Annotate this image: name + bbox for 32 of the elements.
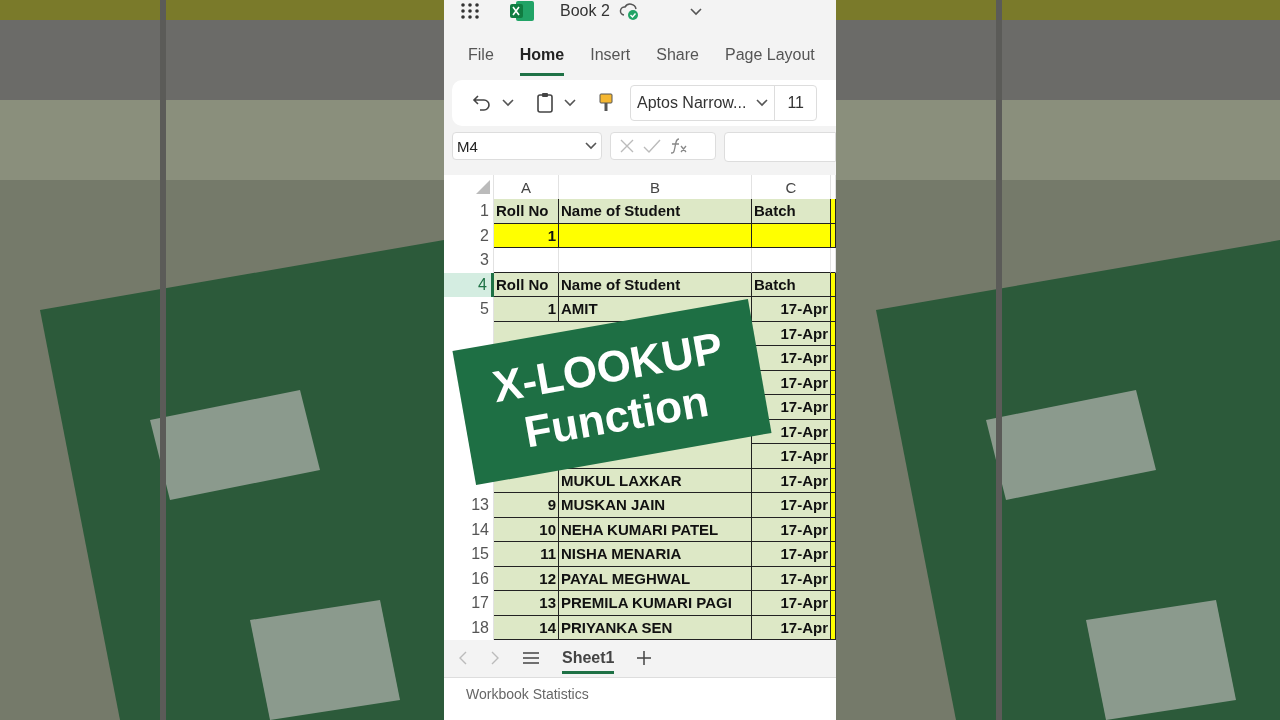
table-cell: 17-Apr [752,542,831,567]
table-cell: 17-Apr [752,615,831,640]
table-cell: 17-Apr [752,517,831,542]
table-cell: PREMILA KUMARI PAGI [559,591,752,616]
table-cell: 17-Apr [752,591,831,616]
table-cell: 9 [494,493,559,518]
table-cell: 17-Apr [752,468,831,493]
table-cell: 17-Apr [752,297,831,322]
table-cell: Batch [752,272,831,297]
table-cell: 17-Apr [752,566,831,591]
table-cell: 11 [494,542,559,567]
table-cell: 13 [494,591,559,616]
table-cell: 10 [494,517,559,542]
table-cell: MUKUL LAXKAR [559,468,752,493]
workbook-title: Book 2 [560,2,610,20]
table-cell: 1 [494,297,559,322]
table-cell: MUSKAN JAIN [559,493,752,518]
table-cell: 14 [494,615,559,640]
table-cell: Batch [752,199,831,224]
table-cell: NEHA KUMARI PATEL [559,517,752,542]
table-cell: PAYAL MEGHWAL [559,566,752,591]
table-cell: 17-Apr [752,493,831,518]
table-cell: NISHA MENARIA [559,542,752,567]
table-cell: 17-Apr [752,444,831,469]
table-cell: Name of Student [559,272,752,297]
table-cell: 1 [494,223,559,248]
table-cell: PRIYANKA SEN [559,615,752,640]
table-cell: Name of Student [559,199,752,224]
table-cell: 12 [494,566,559,591]
table-cell: Roll No [494,199,559,224]
status-text: Workbook Statistics [466,686,589,702]
table-cell: Roll No [494,272,559,297]
